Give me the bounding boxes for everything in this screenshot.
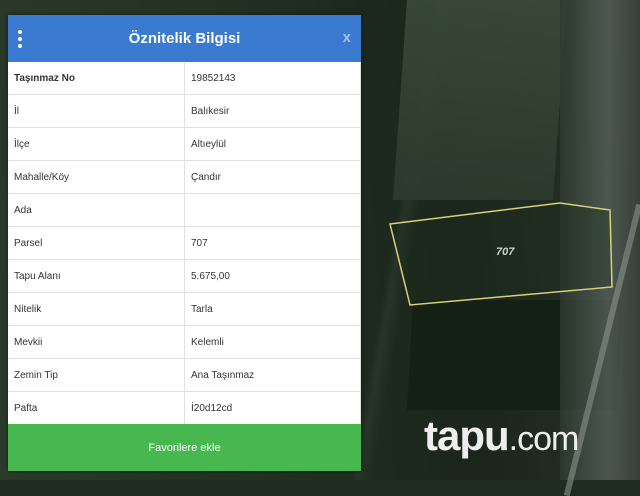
attribute-key: Taşınmaz No (8, 62, 185, 95)
table-row: Ada (8, 193, 361, 227)
table-row: Mevkii Kelemli (8, 325, 361, 359)
panel-header: Öznitelik Bilgisi x (8, 15, 361, 62)
table-row: İlçe Altıeylül (8, 127, 361, 161)
table-row: Mahalle/Köy Çandır (8, 160, 361, 194)
panel-title: Öznitelik Bilgisi (128, 30, 241, 47)
attribute-key: Pafta (8, 391, 185, 425)
attribute-key: Ada (8, 193, 185, 227)
attribute-key: Mevkii (8, 325, 185, 359)
attribute-key: Tapu Alanı (8, 259, 185, 293)
attribute-key: Zemin Tip (8, 358, 185, 392)
parcel-label: 707 (496, 246, 515, 258)
attribute-value (184, 193, 361, 227)
add-to-favorites-button[interactable]: Favorilere ekle (8, 424, 361, 471)
table-row: Taşınmaz No 19852143 (8, 62, 361, 95)
attribute-value: Balıkesir (184, 94, 361, 128)
attribute-key: İl (8, 94, 185, 128)
brand-logo: tapu.com (424, 412, 580, 460)
attribute-panel: Öznitelik Bilgisi x Taşınmaz No 19852143 İ… (8, 15, 361, 471)
attribute-value: 707 (184, 226, 361, 260)
table-row: Tapu Alanı 5.675,00 (8, 259, 361, 293)
table-row: Parsel 707 (8, 226, 361, 260)
table-row: Zemin Tip Ana Taşınmaz (8, 358, 361, 392)
attribute-value: Ana Taşınmaz (184, 358, 361, 392)
attribute-key: Nitelik (8, 292, 185, 326)
close-icon[interactable]: x (343, 29, 351, 46)
attribute-value: 19852143 (184, 62, 361, 95)
attribute-value: Çandır (184, 160, 361, 194)
attribute-key: Parsel (8, 226, 185, 260)
table-row: Nitelik Tarla (8, 292, 361, 326)
table-row: Pafta İ20d12cd (8, 391, 361, 425)
brand-name: tapu (424, 412, 510, 459)
attribute-key: İlçe (8, 127, 185, 161)
attribute-table: Taşınmaz No 19852143 İl Balıkesir İlçe Altıey… (8, 62, 361, 425)
attribute-value: 5.675,00 (184, 259, 361, 293)
attribute-value: İ20d12cd (184, 391, 361, 425)
brand-suffix: .com (508, 420, 580, 458)
table-row: İl Balıkesir (8, 94, 361, 128)
attribute-value: Kelemli (184, 325, 361, 359)
attribute-key: Mahalle/Köy (8, 160, 185, 194)
attribute-value: Tarla (184, 292, 361, 326)
attribute-value: Altıeylül (184, 127, 361, 161)
